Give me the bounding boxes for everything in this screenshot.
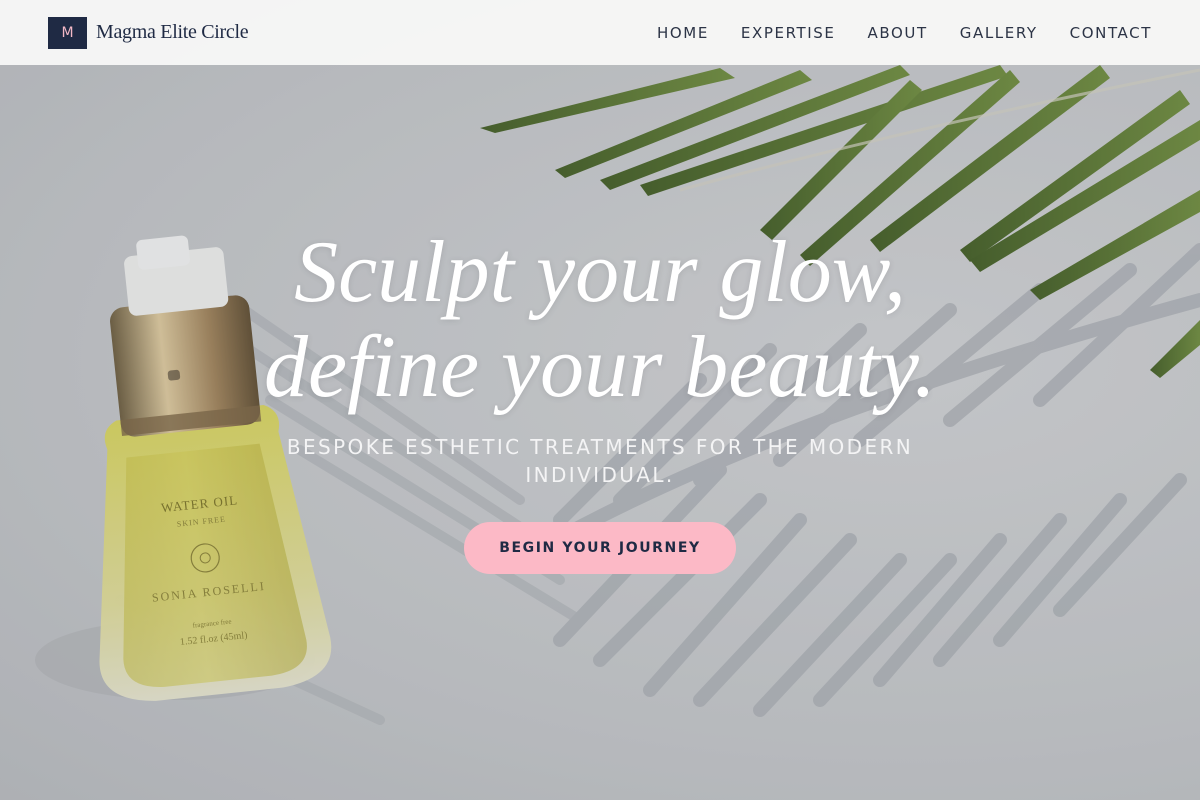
nav-about[interactable]: ABOUT — [868, 24, 928, 42]
headline-line-2: define your beauty. — [263, 319, 937, 416]
begin-journey-button[interactable]: BEGIN YOUR JOURNEY — [464, 522, 736, 574]
brand-link[interactable]: M Magma Elite Circle — [48, 16, 249, 49]
nav-gallery[interactable]: GALLERY — [960, 24, 1038, 42]
nav-home[interactable]: HOME — [657, 24, 709, 42]
logo-monogram-icon: M — [48, 16, 87, 49]
main-nav: HOME EXPERTISE ABOUT GALLERY CONTACT — [625, 24, 1152, 42]
hero-content: Sculpt your glow, define your beauty. BE… — [0, 225, 1200, 574]
nav-contact[interactable]: CONTACT — [1070, 24, 1152, 42]
nav-expertise[interactable]: EXPERTISE — [741, 24, 836, 42]
site-header: M Magma Elite Circle HOME EXPERTISE ABOU… — [0, 0, 1200, 65]
brand-name: Magma Elite Circle — [96, 21, 249, 43]
hero-subheadline: BESPOKE ESTHETIC TREATMENTS FOR THE MODE… — [286, 435, 914, 487]
hero-headline: Sculpt your glow, define your beauty. — [0, 225, 1200, 415]
headline-line-1: Sculpt your glow, — [294, 224, 906, 321]
